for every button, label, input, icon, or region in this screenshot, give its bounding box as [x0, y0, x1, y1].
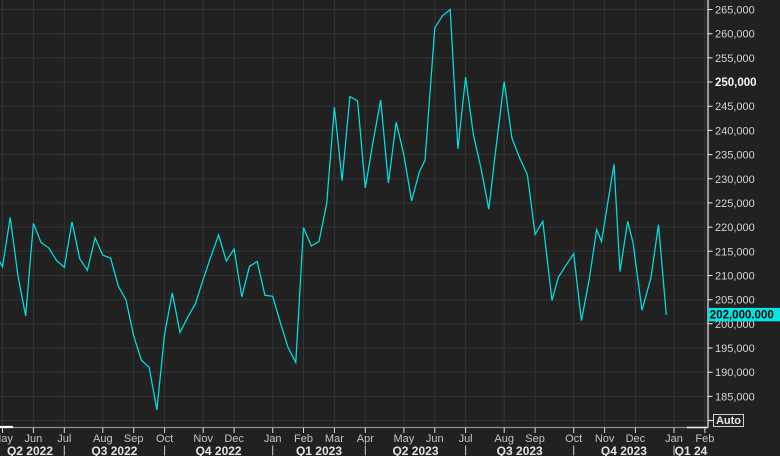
svg-text:265,000: 265,000 — [715, 5, 755, 17]
svg-text:Q1 2023: Q1 2023 — [296, 444, 342, 456]
svg-text:Q4 2023: Q4 2023 — [601, 444, 647, 456]
svg-text:205,000: 205,000 — [715, 295, 755, 307]
svg-text:240,000: 240,000 — [715, 125, 755, 137]
svg-text:190,000: 190,000 — [715, 367, 755, 379]
svg-text:Q4 2022: Q4 2022 — [196, 444, 242, 456]
svg-text:215,000: 215,000 — [715, 246, 755, 258]
svg-text:225,000: 225,000 — [715, 198, 755, 210]
svg-text:Jul: Jul — [57, 433, 71, 445]
svg-text:Jul: Jul — [459, 433, 473, 445]
svg-text:260,000: 260,000 — [715, 29, 755, 41]
svg-text:Q1 24: Q1 24 — [675, 444, 708, 456]
svg-text:235,000: 235,000 — [715, 150, 755, 162]
svg-text:220,000: 220,000 — [715, 222, 755, 234]
svg-text:Oct: Oct — [565, 433, 582, 445]
svg-text:210,000: 210,000 — [715, 271, 755, 283]
svg-text:Oct: Oct — [156, 433, 173, 445]
svg-text:185,000: 185,000 — [715, 391, 755, 403]
svg-text:Q3 2022: Q3 2022 — [91, 444, 137, 456]
svg-text:Auto: Auto — [716, 415, 741, 427]
svg-text:245,000: 245,000 — [715, 101, 755, 113]
svg-text:Q2 2023: Q2 2023 — [392, 444, 438, 456]
svg-text:Q3 2023: Q3 2023 — [497, 444, 543, 456]
svg-text:202,000.000: 202,000.000 — [710, 310, 774, 322]
svg-text:Q2 2022: Q2 2022 — [7, 444, 53, 456]
svg-text:Jan: Jan — [264, 433, 282, 445]
svg-text:Apr: Apr — [357, 433, 374, 445]
svg-text:255,000: 255,000 — [715, 53, 755, 65]
svg-text:195,000: 195,000 — [715, 343, 755, 355]
svg-text:250,000: 250,000 — [715, 77, 757, 89]
svg-text:230,000: 230,000 — [715, 174, 755, 186]
